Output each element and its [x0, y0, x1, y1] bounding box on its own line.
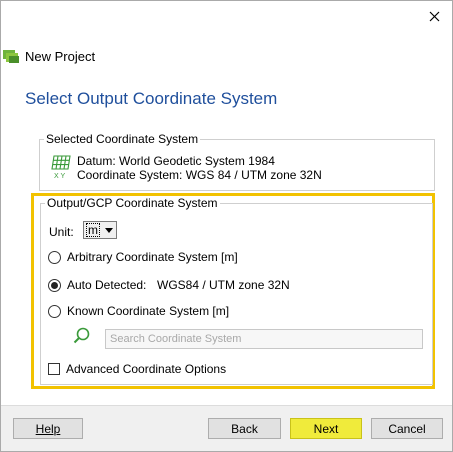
- radio-arbitrary-cs[interactable]: Arbitrary Coordinate System [m]: [48, 250, 238, 264]
- svg-text:X Y: X Y: [54, 173, 65, 179]
- selected-coordinate-system-group: Selected Coordinate System X Y Datum: Wo…: [39, 132, 435, 191]
- datum-text: Datum: World Geodetic System 1984: [77, 154, 275, 168]
- selected-cs-legend: Selected Coordinate System: [44, 132, 201, 146]
- close-button[interactable]: [422, 6, 446, 26]
- globe-grid-icon: X Y: [51, 155, 71, 179]
- help-button[interactable]: Help: [13, 418, 83, 439]
- advanced-options-row[interactable]: Advanced Coordinate Options: [48, 362, 226, 376]
- radio-button[interactable]: [48, 250, 61, 264]
- next-button[interactable]: Next: [290, 418, 362, 439]
- unit-value: m: [86, 223, 100, 237]
- radio-label: Arbitrary Coordinate System [m]: [67, 250, 238, 264]
- app-icon: [3, 50, 19, 63]
- output-gcp-coordinate-system-group: Output/GCP Coordinate System Unit: m Arb…: [40, 196, 433, 385]
- chevron-down-icon: [105, 227, 113, 233]
- new-project-dialog: New Project Select Output Coordinate Sys…: [0, 0, 453, 452]
- help-label: Help: [35, 421, 61, 436]
- search-icon[interactable]: [73, 327, 91, 345]
- radio-button[interactable]: [48, 304, 61, 318]
- advanced-options-label: Advanced Coordinate Options: [66, 362, 227, 376]
- radio-button[interactable]: [48, 278, 61, 292]
- page-title: Select Output Coordinate System: [25, 89, 278, 108]
- close-icon: [429, 11, 439, 21]
- radio-selected-dot: [51, 281, 58, 289]
- unit-dropdown[interactable]: m: [83, 221, 117, 239]
- radio-known-cs[interactable]: Known Coordinate System [m]: [48, 304, 229, 318]
- radio-auto-detected[interactable]: Auto Detected:: [48, 278, 146, 292]
- unit-label: Unit:: [49, 225, 74, 239]
- back-button[interactable]: Back: [208, 418, 281, 439]
- radio-label: Auto Detected:: [67, 278, 147, 292]
- footer: Help Back Next Cancel: [1, 405, 452, 451]
- window-title: New Project: [25, 48, 96, 64]
- advanced-options-checkbox[interactable]: [48, 363, 60, 375]
- search-coordinate-system-input[interactable]: [105, 329, 423, 349]
- auto-detected-value: WGS84 / UTM zone 32N: [157, 278, 290, 292]
- coordinate-system-text: Coordinate System: WGS 84 / UTM zone 32N: [77, 168, 322, 182]
- radio-label: Known Coordinate System [m]: [67, 304, 230, 318]
- output-cs-legend: Output/GCP Coordinate System: [45, 196, 220, 210]
- cancel-button[interactable]: Cancel: [371, 418, 443, 439]
- title-bar: New Project: [1, 45, 452, 67]
